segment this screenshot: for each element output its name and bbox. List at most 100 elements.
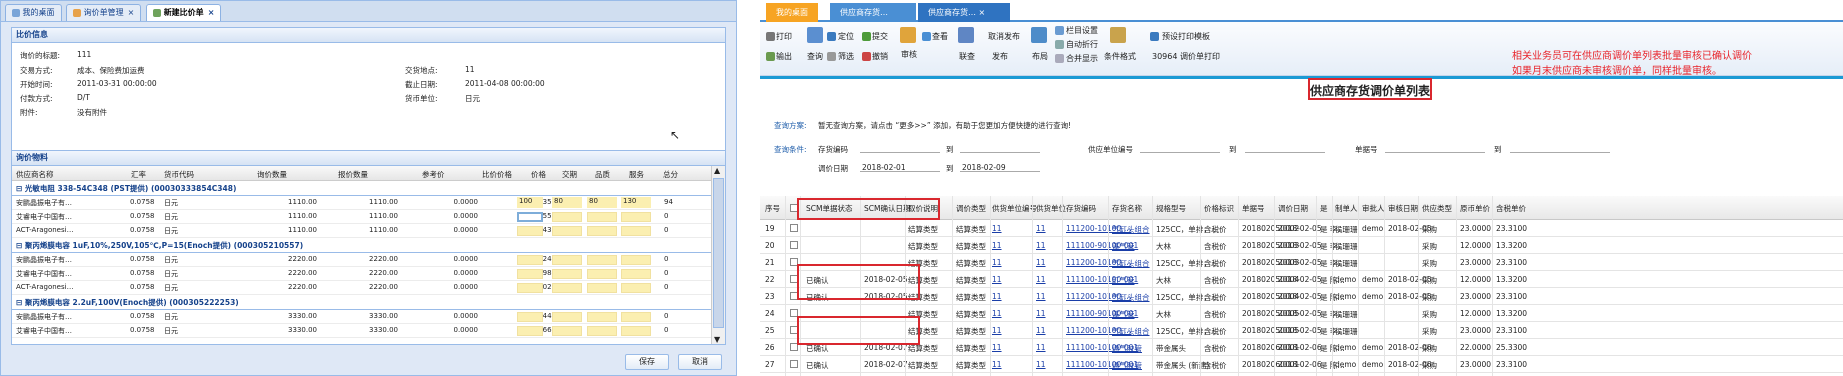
scroll-down-icon[interactable]: ▼ bbox=[714, 335, 720, 344]
group-row[interactable]: ⊟ 聚丙烯膜电容 1uF,10%,250V,105℃,P=15(Enoch提供)… bbox=[12, 238, 711, 253]
score-cell[interactable] bbox=[552, 283, 582, 293]
cell[interactable]: 通气胶管 bbox=[1112, 343, 1142, 354]
cell[interactable]: 11 bbox=[992, 224, 1002, 233]
close-icon[interactable]: × bbox=[979, 8, 986, 17]
group-row[interactable]: ⊟ 光敏电阻 338-54C348 (PST提供) (00030333854C3… bbox=[12, 181, 711, 196]
tab-my-desktop[interactable]: 我的桌面 bbox=[766, 3, 818, 22]
filter-button[interactable]: 筛选 bbox=[838, 51, 854, 62]
score-cell[interactable] bbox=[517, 226, 543, 236]
cell[interactable]: 气缸头组合 bbox=[1112, 258, 1150, 269]
table-row[interactable]: 23 已确认 2018-02-05 结算类型 结算类型 11 11 111200-10100-… bbox=[760, 288, 1843, 305]
score-cell[interactable] bbox=[621, 312, 651, 322]
score-cell[interactable] bbox=[552, 255, 582, 265]
cell[interactable]: 11 bbox=[992, 241, 1002, 250]
cell[interactable]: 气缸头组合 bbox=[1112, 224, 1150, 235]
score-cell[interactable] bbox=[517, 283, 543, 293]
cell[interactable]: 11 bbox=[1036, 326, 1046, 335]
score-cell[interactable] bbox=[587, 326, 617, 336]
score-cell[interactable]: 80 bbox=[587, 197, 617, 208]
cell[interactable]: 11 bbox=[992, 258, 1002, 267]
score-cell[interactable] bbox=[621, 326, 651, 336]
close-icon[interactable]: × bbox=[208, 8, 215, 17]
layout-button[interactable]: 布局 bbox=[1032, 51, 1048, 62]
cancel-button[interactable]: 取消 bbox=[678, 354, 722, 370]
expand-icon[interactable]: ⊟ bbox=[16, 184, 25, 193]
score-cell[interactable] bbox=[517, 212, 543, 222]
inv-code-to-input[interactable] bbox=[960, 152, 1040, 153]
score-cell[interactable] bbox=[552, 312, 582, 322]
table-row[interactable]: ACT-Aragonesi… 0.0758 日元 1110.00 1110.00 0.00… bbox=[12, 224, 711, 238]
table-row[interactable]: 24 结算类型 结算类型 11 11 111100-90100-001 蓬气管 大林 含税价 20… bbox=[760, 305, 1843, 322]
tab-supplier-1[interactable]: 供应商存货… bbox=[830, 3, 916, 22]
cell[interactable]: 11 bbox=[992, 309, 1002, 318]
audit-button[interactable]: 审核 bbox=[901, 49, 917, 60]
print-button[interactable]: 打印 bbox=[776, 31, 792, 42]
score-cell[interactable] bbox=[587, 226, 617, 236]
merge-display-button[interactable]: 合并显示 bbox=[1066, 53, 1098, 64]
submit-button[interactable]: 提交 bbox=[872, 31, 888, 42]
table-row[interactable]: 艾睿电子中国有… 0.0758 日元 2220.00 2220.00 0.0000 1.09… bbox=[12, 267, 711, 281]
cell[interactable]: 11 bbox=[1036, 258, 1046, 267]
table-row[interactable]: 艾睿电子中国有… 0.0758 日元 3330.00 3330.00 0.0000 0.76… bbox=[12, 324, 711, 338]
close-icon[interactable]: × bbox=[128, 8, 135, 17]
table-row[interactable]: 27 已确认 2018-02-07 结算类型 结算类型 11 11 111100-10100-… bbox=[760, 356, 1843, 373]
tab-inquiry-mgmt[interactable]: 询价单管理 × bbox=[66, 4, 142, 21]
column-settings-button[interactable]: 栏目设置 bbox=[1066, 25, 1098, 36]
cell[interactable]: 蓬气管 bbox=[1112, 241, 1135, 252]
row-checkbox[interactable] bbox=[790, 241, 798, 249]
query-button[interactable]: 查询 bbox=[807, 51, 823, 62]
locate-button[interactable]: 定位 bbox=[838, 31, 854, 42]
scroll-thumb[interactable] bbox=[713, 178, 724, 328]
score-cell[interactable] bbox=[587, 312, 617, 322]
score-cell[interactable] bbox=[587, 283, 617, 293]
table-row[interactable]: 21 结算类型 结算类型 11 11 111200-10100-… 气缸头组合 125CC，单… bbox=[760, 254, 1843, 271]
row-checkbox[interactable] bbox=[790, 224, 798, 232]
score-cell[interactable] bbox=[621, 226, 651, 236]
score-cell[interactable]: 80 bbox=[552, 197, 582, 208]
table-row[interactable]: 22 已确认 2018-02-05 结算类型 结算类型 11 11 111100-10100-… bbox=[760, 271, 1843, 288]
score-cell[interactable] bbox=[552, 269, 582, 279]
cell[interactable]: 气缸头组合 bbox=[1112, 292, 1150, 303]
score-cell[interactable] bbox=[517, 255, 543, 265]
score-cell[interactable] bbox=[552, 212, 582, 222]
grid-scrollbar[interactable]: ▲ ▼ bbox=[711, 166, 725, 344]
scroll-up-icon[interactable]: ▲ bbox=[714, 166, 720, 175]
revoke-button[interactable]: 撤销 bbox=[872, 51, 888, 62]
expand-icon[interactable]: ⊟ bbox=[16, 241, 25, 250]
cell[interactable]: 11 bbox=[992, 343, 1002, 352]
group-row[interactable]: ⊟ 聚丙烯膜电容 2.2uF,100V(Enoch提供) (0003052222… bbox=[12, 295, 711, 310]
print-template-button[interactable]: 预设打印模板 bbox=[1162, 31, 1210, 42]
chain-query-button[interactable]: 联查 bbox=[959, 51, 975, 62]
cell[interactable]: 11 bbox=[992, 326, 1002, 335]
cell[interactable]: 11 bbox=[1036, 292, 1046, 301]
cell[interactable]: 11 bbox=[1036, 241, 1046, 250]
auto-wrap-button[interactable]: 自动折行 bbox=[1066, 39, 1098, 50]
score-cell[interactable] bbox=[621, 283, 651, 293]
score-cell[interactable] bbox=[587, 255, 617, 265]
table-row[interactable]: 20 结算类型 结算类型 11 11 111100-90100-001 蓬气管 大林 含税价 20… bbox=[760, 237, 1843, 254]
tab-my-desktop[interactable]: 我的桌面 bbox=[5, 4, 62, 21]
score-cell[interactable]: 130 bbox=[621, 197, 651, 208]
expand-icon[interactable]: ⊟ bbox=[16, 298, 25, 307]
score-cell[interactable] bbox=[621, 269, 651, 279]
supplier-code-from-input[interactable] bbox=[1140, 152, 1220, 153]
table-row[interactable]: 安鹏晶振电子有… 0.0758 日元 3330.00 3330.00 0.0000 0.84… bbox=[12, 310, 711, 324]
table-row[interactable]: 安鹏晶振电子有… 0.0758 日元 2220.00 2220.00 0.0000 1.32… bbox=[12, 253, 711, 267]
doc-no-to-input[interactable] bbox=[1510, 152, 1610, 153]
row-checkbox[interactable] bbox=[790, 360, 798, 368]
score-cell[interactable] bbox=[587, 212, 617, 222]
cell[interactable]: 11 bbox=[1036, 224, 1046, 233]
table-row[interactable]: 19 结算类型 结算类型 11 11 111200-10100-… 气缸头组合 125CC，单… bbox=[760, 220, 1843, 237]
cell[interactable]: 蓬气管 bbox=[1112, 309, 1135, 320]
score-cell[interactable] bbox=[587, 269, 617, 279]
table-row[interactable]: 艾睿电子中国有… 0.0758 日元 1110.00 1110.00 0.0000 0.65… bbox=[12, 210, 711, 224]
score-cell[interactable]: 100 bbox=[517, 197, 543, 208]
conditional-format-button[interactable]: 条件格式 bbox=[1104, 51, 1136, 62]
supplier-code-to-input[interactable] bbox=[1245, 152, 1325, 153]
cancel-publish-button[interactable]: 取消发布 bbox=[988, 31, 1020, 42]
tab-new-compare[interactable]: 新建比价单 × bbox=[145, 4, 222, 21]
save-button[interactable]: 保存 bbox=[625, 354, 669, 370]
doc-no-from-input[interactable] bbox=[1385, 152, 1485, 153]
table-row[interactable]: 26 已确认 2018-02-07 结算类型 结算类型 11 11 111100-10100-… bbox=[760, 339, 1843, 356]
score-cell[interactable] bbox=[517, 326, 543, 336]
